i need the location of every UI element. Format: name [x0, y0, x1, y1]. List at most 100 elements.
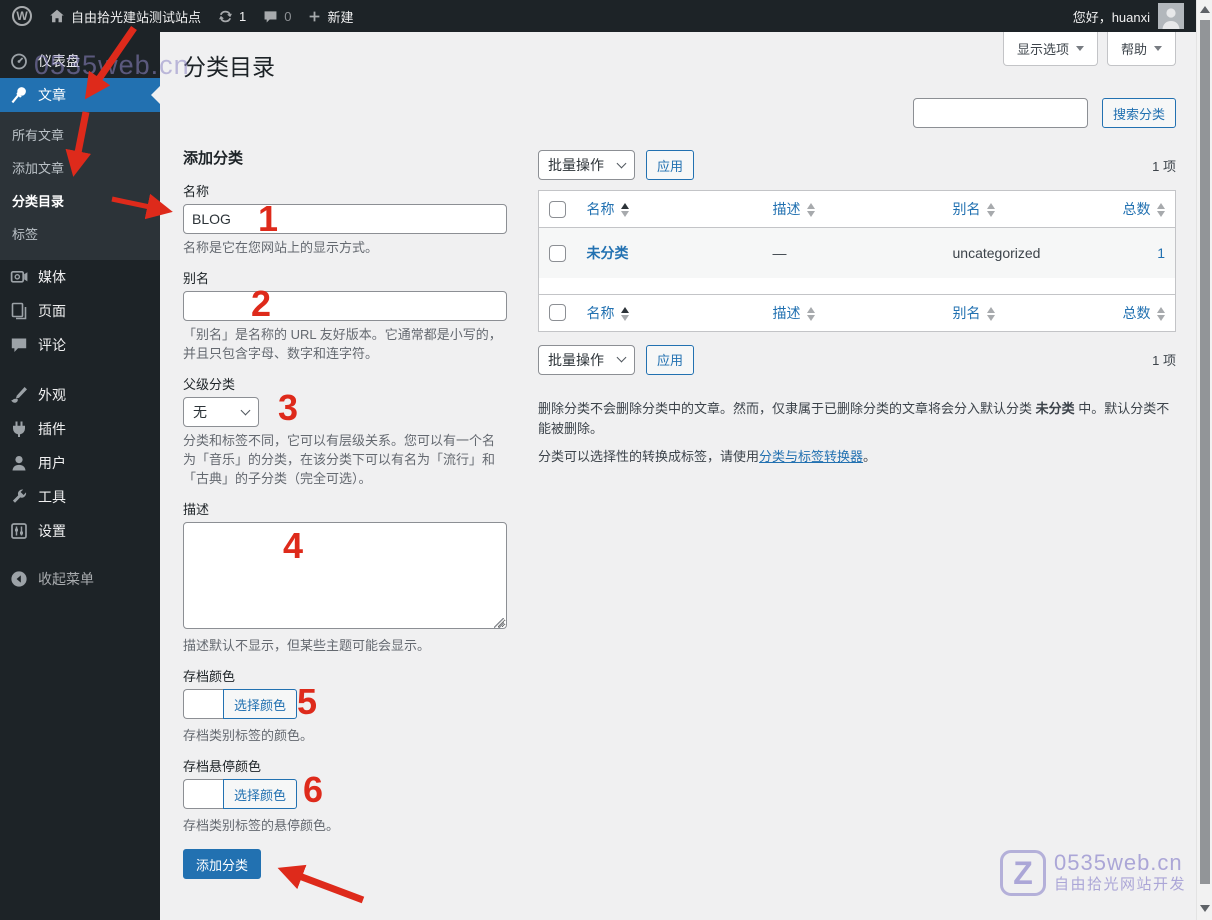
submenu-all-posts[interactable]: 所有文章 [0, 118, 160, 151]
category-slug-input[interactable] [183, 291, 507, 321]
parent-help-text: 分类和标签不同，它可以有层级关系。您可以有一个名为「音乐」的分类，在该分类下可以… [183, 433, 496, 486]
updates-link[interactable]: 1 [209, 0, 254, 32]
search-categories-button[interactable]: 搜索分类 [1101, 98, 1176, 128]
scrollbar-thumb[interactable] [1200, 20, 1210, 884]
screen-options-tab[interactable]: 显示选项 [1002, 32, 1098, 66]
site-name-link[interactable]: 自由拾光建站测试站点 [40, 0, 209, 32]
submenu-categories[interactable]: 分类目录 [0, 184, 160, 217]
convert-note-paragraph: 分类可以选择性的转换成标签，请使用分类与标签转换器。 [538, 448, 877, 464]
archive-color-picker-button[interactable]: 选择颜色 [223, 689, 298, 719]
table-row: 未分类 — uncategorized 1 [538, 227, 1176, 278]
sidebar-item-users[interactable]: 用户 [0, 446, 160, 480]
column-footer-slug[interactable]: 别名 [943, 294, 1113, 331]
sidebar-item-plugins[interactable]: 插件 [0, 412, 160, 446]
hover-color-picker-button[interactable]: 选择颜色 [223, 779, 298, 809]
column-footer-count[interactable]: 总数 [1113, 294, 1176, 331]
wordpress-logo-letter: W [16, 9, 28, 23]
search-row: 搜索分类 [183, 97, 1176, 129]
sidebar-item-media[interactable]: 媒体 [0, 260, 160, 294]
column-header-description[interactable]: 描述 [763, 191, 943, 228]
apply-button[interactable]: 应用 [646, 150, 695, 180]
column-header-name[interactable]: 名称 [577, 191, 763, 228]
sidebar-item-dashboard[interactable]: 仪表盘 [0, 44, 160, 78]
category-count-link[interactable]: 1 [1113, 228, 1176, 278]
sidebar-item-tools[interactable]: 工具 [0, 480, 160, 514]
posts-submenu: 所有文章 添加文章 分类目录 标签 [0, 112, 160, 260]
select-all-checkbox[interactable] [549, 200, 566, 218]
sidebar-item-comments[interactable]: 评论 [0, 328, 160, 362]
brush-icon [9, 385, 29, 405]
wordpress-logo-menu[interactable]: W [0, 0, 40, 32]
category-description-textarea[interactable] [183, 522, 507, 629]
bulk-actions-top: 批量操作 应用 1 项 [538, 150, 1176, 180]
sidebar-label-comments: 评论 [38, 337, 66, 353]
sidebar-item-appearance[interactable]: 外观 [0, 378, 160, 412]
table-filler-row [538, 277, 1176, 294]
categories-table: 名称 描述 别名 总数 未分类 — uncategorized 1 名称 描述 … [538, 190, 1176, 332]
chevron-down-icon [1154, 46, 1162, 51]
scroll-up-arrow-icon[interactable] [1200, 6, 1210, 13]
sidebar-label-plugins: 插件 [38, 421, 66, 437]
updates-icon [217, 8, 234, 25]
bulk-actions-value: 批量操作 [548, 157, 604, 173]
sort-arrows-icon [986, 306, 995, 321]
home-icon [48, 7, 66, 25]
user-icon [9, 453, 29, 473]
column-footer-description[interactable]: 描述 [763, 294, 943, 331]
updates-count: 1 [239, 8, 247, 24]
add-category-form: 添加分类 名称 名称是它在您网站上的显示方式。 别名 「别名」是名称的 URL … [183, 150, 507, 879]
vertical-scrollbar[interactable] [1196, 0, 1212, 920]
search-input[interactable] [912, 98, 1088, 128]
user-greeting[interactable]: 您好，huanxi [1073, 7, 1150, 26]
tag-converter-link[interactable]: 分类与标签转换器 [759, 449, 863, 464]
sidebar-label-settings: 设置 [38, 523, 66, 539]
chevron-down-icon [1075, 46, 1084, 51]
admin-sidebar: 仪表盘 文章 所有文章 添加文章 分类目录 标签 媒体 页面 评论 外观 插件 … [0, 32, 160, 920]
user-avatar[interactable] [1158, 3, 1184, 29]
comments-count: 0 [284, 8, 292, 24]
sidebar-item-pages[interactable]: 页面 [0, 294, 160, 328]
pages-icon [9, 301, 29, 321]
category-slug-cell: uncategorized [952, 244, 1041, 261]
submenu-tags[interactable]: 标签 [0, 217, 160, 250]
new-content-label: 新建 [327, 9, 354, 25]
row-checkbox[interactable] [549, 244, 566, 262]
comments-link[interactable]: 0 [254, 0, 299, 32]
delete-note-paragraph: 删除分类不会删除分类中的文章。然而，仅隶属于已删除分类的文章将会分入默认分类 未… [538, 400, 1170, 436]
site-name-label: 自由拾光建站测试站点 [71, 9, 202, 25]
slug-field: 别名 「别名」是名称的 URL 友好版本。它通常都是小写的，并且只包含字母、数字… [183, 271, 507, 363]
add-category-heading: 添加分类 [183, 150, 244, 167]
sidebar-item-posts[interactable]: 文章 [0, 78, 160, 112]
parent-label: 父级分类 [183, 377, 236, 392]
categories-list-panel: 批量操作 应用 1 项 名称 描述 别名 总数 未分类 — uncategori… [538, 150, 1176, 467]
select-all-checkbox[interactable] [549, 304, 566, 322]
help-tab[interactable]: 帮助 [1106, 32, 1176, 66]
settings-sliders-icon [9, 521, 29, 541]
name-field: 名称 名称是它在您网站上的显示方式。 [183, 184, 507, 257]
name-help-text: 名称是它在您网站上的显示方式。 [183, 240, 379, 255]
hover-color-field: 存档悬停颜色 选择颜色 存档类别标签的悬停颜色。 [183, 759, 507, 835]
sort-arrows-icon [620, 306, 629, 321]
apply-button[interactable]: 应用 [646, 344, 695, 375]
collapse-arrow-icon [9, 569, 29, 589]
new-content-link[interactable]: 新建 [299, 0, 361, 32]
bulk-actions-select[interactable]: 批量操作 [538, 344, 635, 375]
add-category-submit-button[interactable]: 添加分类 [183, 849, 262, 879]
slug-help-text: 「别名」是名称的 URL 友好版本。它通常都是小写的，并且只包含字母、数字和连字… [183, 327, 502, 361]
column-footer-name[interactable]: 名称 [577, 294, 763, 331]
archive-color-label: 存档颜色 [183, 669, 236, 684]
archive-color-swatch [183, 689, 223, 719]
sidebar-item-collapse-menu[interactable]: 收起菜单 [0, 562, 160, 596]
sort-arrows-icon [986, 203, 995, 218]
category-notes: 删除分类不会删除分类中的文章。然而，仅隶属于已删除分类的文章将会分入默认分类 未… [538, 399, 1176, 467]
parent-category-select[interactable]: 无 [183, 397, 259, 427]
description-field: 描述 描述默认不显示，但某些主题可能会显示。 [183, 502, 507, 655]
scroll-down-arrow-icon[interactable] [1200, 905, 1210, 912]
submenu-add-post[interactable]: 添加文章 [0, 151, 160, 184]
bulk-actions-select[interactable]: 批量操作 [538, 150, 635, 180]
column-header-slug[interactable]: 别名 [943, 191, 1113, 228]
sidebar-item-settings[interactable]: 设置 [0, 514, 160, 548]
category-name-link[interactable]: 未分类 [587, 245, 629, 261]
column-header-count[interactable]: 总数 [1113, 191, 1176, 228]
category-name-input[interactable] [183, 204, 507, 234]
